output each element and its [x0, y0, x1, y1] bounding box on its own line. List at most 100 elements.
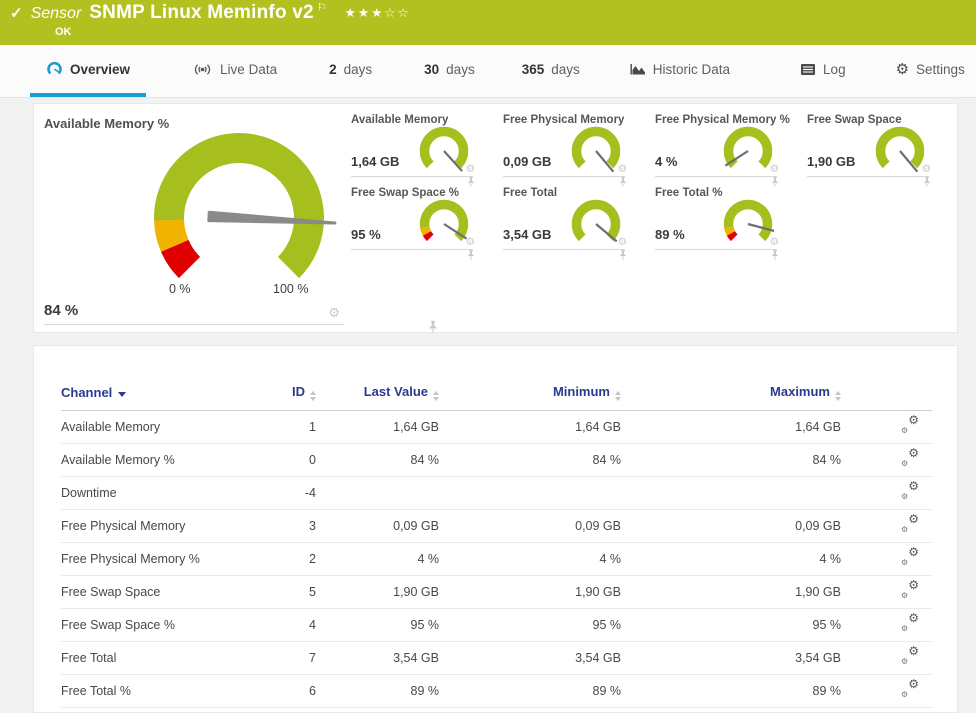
tab-historic-data[interactable]: Historic Data	[614, 45, 746, 97]
small-gauge-actions: ⚙	[618, 236, 627, 259]
cell-channel: Available Memory	[61, 410, 261, 444]
cell-max	[621, 476, 841, 510]
cell-min: 4 %	[439, 542, 621, 576]
table-row: Free Total 7 3,54 GB 3,54 GB 3,54 GB ⚙ ⚙	[61, 641, 932, 675]
small-gauge-actions: ⚙	[770, 163, 779, 186]
tab-365-days[interactable]: 365 days	[506, 45, 596, 97]
status-check-icon: ✓	[10, 5, 23, 22]
small-gauge-card: Free Physical Memory % 4 % ⚙	[655, 110, 790, 186]
channel-settings-icon[interactable]: ⚙ ⚙	[901, 678, 919, 699]
table-row: Free Total % 6 89 % 89 % 89 % ⚙ ⚙	[61, 674, 932, 708]
gear-icon[interactable]: ⚙	[770, 236, 779, 248]
cell-id: 0	[261, 443, 316, 477]
channel-settings-icon[interactable]: ⚙ ⚙	[901, 480, 919, 501]
small-gauge-grid: Available Memory 1,64 GB ⚙ Free Physical…	[351, 110, 959, 259]
main-gauge-scale-min: 0 %	[169, 282, 191, 296]
cell-channel: Free Swap Space %	[61, 608, 261, 642]
channel-settings-icon[interactable]: ⚙ ⚙	[901, 414, 919, 435]
pin-icon[interactable]	[619, 249, 627, 260]
cell-id: 7	[261, 641, 316, 675]
table-header-row: Channel ID Last Value Minimum Maximum	[61, 384, 932, 411]
cell-max: 84 %	[621, 443, 841, 477]
pin-icon[interactable]	[771, 249, 779, 260]
small-gauge-card: Free Swap Space 1,90 GB ⚙	[807, 110, 931, 186]
cell-last: 3,54 GB	[316, 641, 439, 675]
channel-settings-icon[interactable]: ⚙ ⚙	[901, 645, 919, 666]
gear-icon[interactable]: ⚙	[770, 163, 779, 175]
cell-max: 1,90 GB	[621, 575, 841, 609]
pin-icon[interactable]	[923, 176, 931, 187]
channels-panel: Channel ID Last Value Minimum Maximum Av…	[33, 345, 958, 713]
tab-label: days	[343, 61, 373, 77]
column-header-maximum[interactable]: Maximum	[621, 384, 841, 411]
channel-settings-icon[interactable]: ⚙ ⚙	[901, 447, 919, 468]
column-label: Minimum	[552, 384, 610, 399]
column-header-actions	[841, 384, 932, 411]
cell-max: 3,54 GB	[621, 641, 841, 675]
small-gauge-actions: ⚙	[466, 236, 475, 259]
tab-30-days[interactable]: 30 days	[408, 45, 491, 97]
cell-last	[316, 476, 439, 510]
column-header-channel[interactable]: Channel	[61, 384, 261, 411]
cell-min: 0,09 GB	[439, 509, 621, 543]
gear-icon[interactable]: ⚙	[618, 163, 627, 175]
small-gauge-value: 4 %	[655, 154, 678, 169]
column-header-last-value[interactable]: Last Value	[316, 384, 439, 411]
sort-icon	[835, 391, 841, 401]
small-gauge-card: Free Total % 89 % ⚙	[655, 183, 779, 259]
gear-icon[interactable]: ⚙	[922, 163, 931, 175]
cell-actions: ⚙ ⚙	[841, 608, 932, 642]
channel-settings-icon[interactable]: ⚙ ⚙	[901, 546, 919, 567]
small-gauge-svg	[419, 126, 469, 172]
sort-icon	[310, 391, 316, 401]
pin-icon[interactable]	[428, 320, 438, 333]
channel-settings-icon[interactable]: ⚙ ⚙	[901, 612, 919, 633]
cell-actions: ⚙ ⚙	[841, 443, 932, 477]
small-gauge-actions: ⚙	[618, 163, 627, 186]
priority-stars[interactable]: ★★★☆☆	[345, 5, 411, 20]
channel-settings-icon[interactable]: ⚙ ⚙	[901, 579, 919, 600]
tab-2-days[interactable]: 2 days	[313, 45, 388, 97]
cell-actions: ⚙ ⚙	[841, 674, 932, 708]
cell-actions: ⚙ ⚙	[841, 641, 932, 675]
pin-icon[interactable]	[467, 249, 475, 260]
cell-last: 89 %	[316, 674, 439, 708]
cell-min: 84 %	[439, 443, 621, 477]
small-gauge-svg	[875, 126, 925, 173]
tab-log[interactable]: Log	[784, 45, 862, 97]
table-row: Free Physical Memory % 2 4 % 4 % 4 % ⚙ ⚙	[61, 542, 932, 576]
tab-label: Overview	[70, 61, 131, 77]
small-gauge-svg	[571, 199, 621, 243]
cell-channel: Free Total	[61, 641, 261, 675]
cell-last: 84 %	[316, 443, 439, 477]
main-gauge-actions: ⚙	[328, 306, 437, 333]
cell-min: 3,54 GB	[439, 641, 621, 675]
gear-icon[interactable]: ⚙	[466, 236, 475, 248]
small-gauge-svg	[571, 126, 621, 173]
column-header-id[interactable]: ID	[261, 384, 316, 411]
historic-chart-icon	[630, 64, 645, 75]
cell-channel: Free Physical Memory %	[61, 542, 261, 576]
tab-settings[interactable]: ⚙ Settings	[880, 45, 976, 97]
tab-overview[interactable]: Overview	[30, 45, 147, 97]
gear-icon[interactable]: ⚙	[466, 163, 475, 175]
small-gauge-actions: ⚙	[922, 163, 931, 186]
small-gauge-value: 3,54 GB	[503, 227, 552, 242]
sort-icon	[615, 391, 621, 401]
small-gauge-value: 1,64 GB	[351, 154, 400, 169]
column-header-minimum[interactable]: Minimum	[439, 384, 621, 411]
cell-id: 6	[261, 674, 316, 708]
tab-live-data[interactable]: Live Data	[176, 45, 293, 97]
sensor-header: ✓ Sensor SNMP Linux Meminfo v2 ⚐ ★★★☆☆ O…	[0, 0, 976, 45]
cell-max: 0,09 GB	[621, 509, 841, 543]
channel-settings-icon[interactable]: ⚙ ⚙	[901, 513, 919, 534]
small-gauge-value: 95 %	[351, 227, 381, 242]
gear-icon[interactable]: ⚙	[328, 306, 340, 319]
table-row: Downtime -4 ⚙ ⚙	[61, 476, 932, 510]
cell-id: 2	[261, 542, 316, 576]
tab-number: 365	[521, 61, 545, 77]
gear-icon[interactable]: ⚙	[618, 236, 627, 248]
flag-icon: ⚐	[316, 2, 327, 14]
main-gauge-svg	[154, 133, 337, 279]
cell-actions: ⚙ ⚙	[841, 575, 932, 609]
